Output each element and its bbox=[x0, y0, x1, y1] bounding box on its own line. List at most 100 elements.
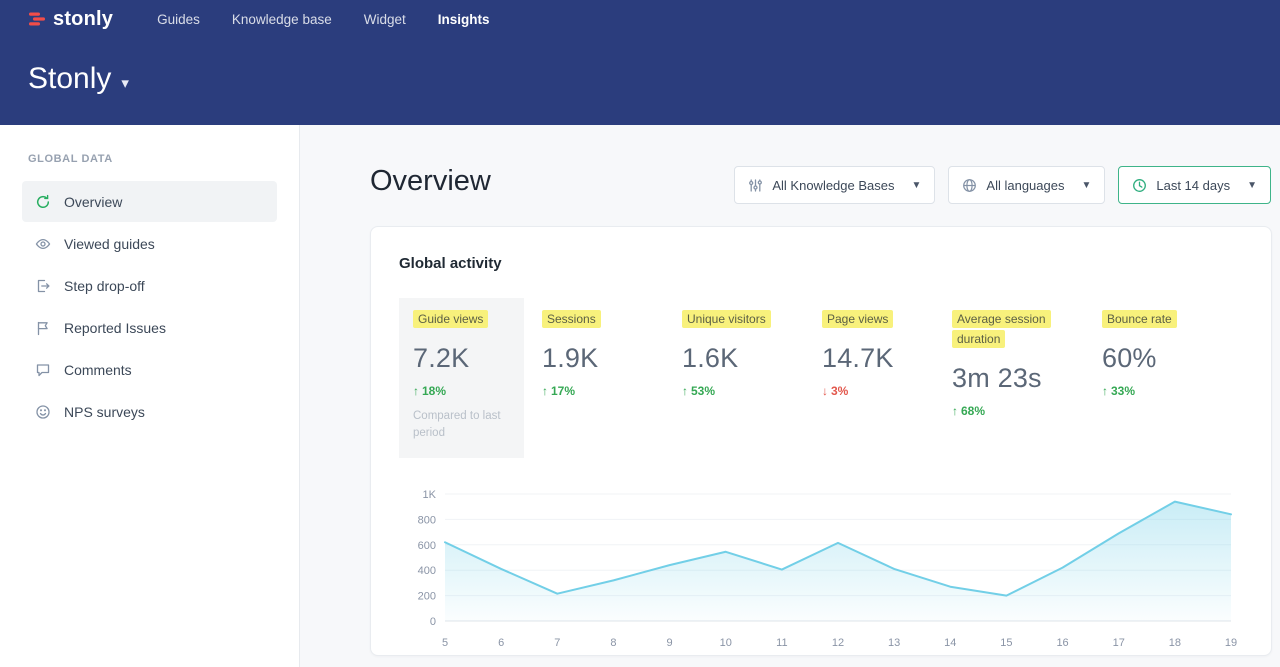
svg-text:11: 11 bbox=[776, 637, 787, 649]
metric-avg-session-duration[interactable]: Average session duration 3m 23s ↑68% bbox=[952, 298, 1102, 418]
svg-text:18: 18 bbox=[1169, 637, 1181, 649]
arrow-up-icon: ↑ bbox=[413, 384, 419, 398]
metric-value: 1.9K bbox=[542, 343, 682, 374]
metric-label: Average session duration bbox=[952, 310, 1051, 348]
smiley-icon bbox=[34, 403, 51, 420]
sliders-icon bbox=[748, 178, 763, 193]
sidebar-item-viewed-guides[interactable]: Viewed guides bbox=[22, 223, 277, 264]
arrow-down-icon: ↓ bbox=[822, 384, 828, 398]
metric-change: ↓3% bbox=[822, 384, 952, 398]
svg-text:13: 13 bbox=[888, 637, 900, 649]
language-filter[interactable]: All languages ▼ bbox=[948, 166, 1105, 204]
metric-page-views[interactable]: Page views 14.7K ↓3% bbox=[822, 298, 952, 398]
global-activity-card: Global activity Guide views 7.2K ↑18% Co… bbox=[370, 226, 1272, 656]
metric-change: ↑18% bbox=[413, 384, 510, 398]
metric-value: 14.7K bbox=[822, 343, 952, 374]
metric-label: Unique visitors bbox=[682, 310, 771, 328]
sidebar-item-reported-issues[interactable]: Reported Issues bbox=[22, 307, 277, 348]
svg-text:400: 400 bbox=[418, 565, 436, 577]
step-exit-icon bbox=[34, 277, 51, 294]
svg-text:0: 0 bbox=[430, 616, 436, 628]
card-title: Global activity bbox=[399, 255, 1241, 272]
stonly-logo-icon bbox=[28, 10, 46, 28]
svg-text:7: 7 bbox=[554, 637, 560, 649]
svg-text:5: 5 bbox=[442, 637, 448, 649]
metric-bounce-rate[interactable]: Bounce rate 60% ↑33% bbox=[1102, 298, 1222, 398]
arrow-up-icon: ↑ bbox=[682, 384, 688, 398]
metric-value: 60% bbox=[1102, 343, 1222, 374]
main-content: Overview All Knowledge Bases ▼ All langu… bbox=[301, 125, 1280, 667]
stonly-logo[interactable]: stonly bbox=[28, 8, 113, 31]
metric-label: Sessions bbox=[542, 310, 601, 328]
svg-text:8: 8 bbox=[610, 637, 616, 649]
svg-text:800: 800 bbox=[418, 515, 436, 527]
language-filter-value: All languages bbox=[986, 178, 1064, 193]
svg-text:15: 15 bbox=[1000, 637, 1012, 649]
workspace-title: Stonly bbox=[28, 62, 111, 96]
clock-icon bbox=[1132, 178, 1147, 193]
svg-text:14: 14 bbox=[944, 637, 956, 649]
sidebar-item-label: Comments bbox=[64, 362, 132, 378]
svg-text:200: 200 bbox=[418, 591, 436, 603]
metric-label: Page views bbox=[822, 310, 893, 328]
flag-icon bbox=[34, 319, 51, 336]
metric-sessions[interactable]: Sessions 1.9K ↑17% bbox=[542, 298, 682, 398]
metric-value: 7.2K bbox=[413, 343, 510, 374]
sidebar-item-label: Overview bbox=[64, 194, 122, 210]
chevron-down-icon: ▾ bbox=[121, 74, 129, 92]
chevron-down-icon: ▼ bbox=[912, 180, 922, 191]
nav-insights[interactable]: Insights bbox=[438, 12, 490, 27]
filter-bar: All Knowledge Bases ▼ All languages ▼ La… bbox=[734, 166, 1271, 204]
logo-text: stonly bbox=[53, 8, 113, 31]
metric-change: ↑17% bbox=[542, 384, 682, 398]
svg-text:12: 12 bbox=[832, 637, 844, 649]
chevron-down-icon: ▼ bbox=[1081, 180, 1091, 191]
arrow-up-icon: ↑ bbox=[952, 404, 958, 418]
svg-text:17: 17 bbox=[1113, 637, 1125, 649]
activity-chart: 02004006008001K5678910111213141516171819 bbox=[399, 482, 1241, 654]
nav-knowledge-base[interactable]: Knowledge base bbox=[232, 12, 332, 27]
chevron-down-icon: ▼ bbox=[1247, 180, 1257, 191]
sidebar-section-label: GLOBAL DATA bbox=[28, 153, 277, 165]
globe-icon bbox=[962, 178, 977, 193]
arrow-up-icon: ↑ bbox=[542, 384, 548, 398]
sidebar: GLOBAL DATA Overview Viewed guides Step … bbox=[0, 125, 300, 667]
svg-text:1K: 1K bbox=[423, 489, 437, 501]
svg-text:600: 600 bbox=[418, 540, 436, 552]
svg-text:19: 19 bbox=[1225, 637, 1237, 649]
svg-text:10: 10 bbox=[720, 637, 732, 649]
chart-area: 02004006008001K5678910111213141516171819 bbox=[399, 482, 1241, 654]
metric-guide-views[interactable]: Guide views 7.2K ↑18% Compared to last p… bbox=[399, 298, 524, 458]
overview-refresh-icon bbox=[34, 193, 51, 210]
sidebar-item-label: Step drop-off bbox=[64, 278, 145, 294]
top-nav: stonly Guides Knowledge base Widget Insi… bbox=[0, 0, 1280, 38]
workspace-selector[interactable]: Stonly ▾ bbox=[28, 62, 129, 96]
page-title: Overview bbox=[370, 165, 491, 198]
metrics-row: Guide views 7.2K ↑18% Compared to last p… bbox=[399, 298, 1241, 458]
metric-value: 1.6K bbox=[682, 343, 822, 374]
arrow-up-icon: ↑ bbox=[1102, 384, 1108, 398]
metric-change: ↑68% bbox=[952, 404, 1102, 418]
top-header: stonly Guides Knowledge base Widget Insi… bbox=[0, 0, 1280, 125]
date-range-filter-value: Last 14 days bbox=[1156, 178, 1230, 193]
sidebar-item-nps-surveys[interactable]: NPS surveys bbox=[22, 391, 277, 432]
sidebar-item-label: Viewed guides bbox=[64, 236, 155, 252]
metric-unique-visitors[interactable]: Unique visitors 1.6K ↑53% bbox=[682, 298, 822, 398]
metric-value: 3m 23s bbox=[952, 363, 1102, 394]
date-range-filter[interactable]: Last 14 days ▼ bbox=[1118, 166, 1271, 204]
sidebar-item-step-drop-off[interactable]: Step drop-off bbox=[22, 265, 277, 306]
nav-widget[interactable]: Widget bbox=[364, 12, 406, 27]
metric-note: Compared to last period bbox=[413, 408, 510, 443]
nav-guides[interactable]: Guides bbox=[157, 12, 200, 27]
metric-change: ↑33% bbox=[1102, 384, 1222, 398]
metric-label: Guide views bbox=[413, 310, 488, 328]
eye-icon bbox=[34, 235, 51, 252]
metric-label: Bounce rate bbox=[1102, 310, 1177, 328]
sidebar-item-label: Reported Issues bbox=[64, 320, 166, 336]
sidebar-item-label: NPS surveys bbox=[64, 404, 145, 420]
sidebar-item-comments[interactable]: Comments bbox=[22, 349, 277, 390]
metric-change: ↑53% bbox=[682, 384, 822, 398]
sidebar-item-overview[interactable]: Overview bbox=[22, 181, 277, 222]
knowledge-base-filter[interactable]: All Knowledge Bases ▼ bbox=[734, 166, 935, 204]
knowledge-base-filter-value: All Knowledge Bases bbox=[772, 178, 894, 193]
